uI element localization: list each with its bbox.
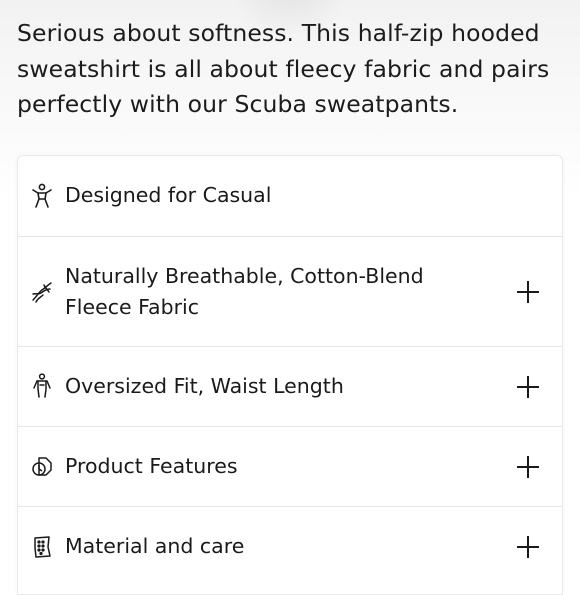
feature-label: Material and care [65, 534, 245, 558]
feature-label: Oversized Fit, Waist Length [65, 374, 344, 398]
fabric-twist-icon [29, 279, 55, 305]
feature-label: Product Features [65, 454, 238, 478]
feature-row-material-care[interactable]: Material and care [18, 506, 562, 586]
product-description: Serious about softness. This half-zip ho… [17, 19, 550, 118]
expand-plus-icon[interactable] [516, 535, 540, 559]
feature-row-product-features[interactable]: Product Features [18, 426, 562, 506]
person-icon [29, 183, 55, 209]
expand-plus-icon[interactable] [516, 455, 540, 479]
expand-plus-icon[interactable] [516, 280, 540, 304]
feature-label: Naturally Breathable, Cotton-Blend Fleec… [65, 264, 424, 319]
feature-accordion: Designed for Casual Naturally Breathable… [17, 155, 563, 595]
product-features-icon [29, 454, 55, 480]
feature-row-designed-for: Designed for Casual [18, 156, 562, 236]
expand-plus-icon[interactable] [516, 375, 540, 399]
body-fit-icon [29, 373, 55, 399]
feature-row-fit[interactable]: Oversized Fit, Waist Length [18, 346, 562, 426]
feature-row-fabric[interactable]: Naturally Breathable, Cotton-Blend Fleec… [18, 236, 562, 346]
care-label-icon [29, 534, 55, 560]
feature-label: Designed for Casual [65, 183, 272, 207]
